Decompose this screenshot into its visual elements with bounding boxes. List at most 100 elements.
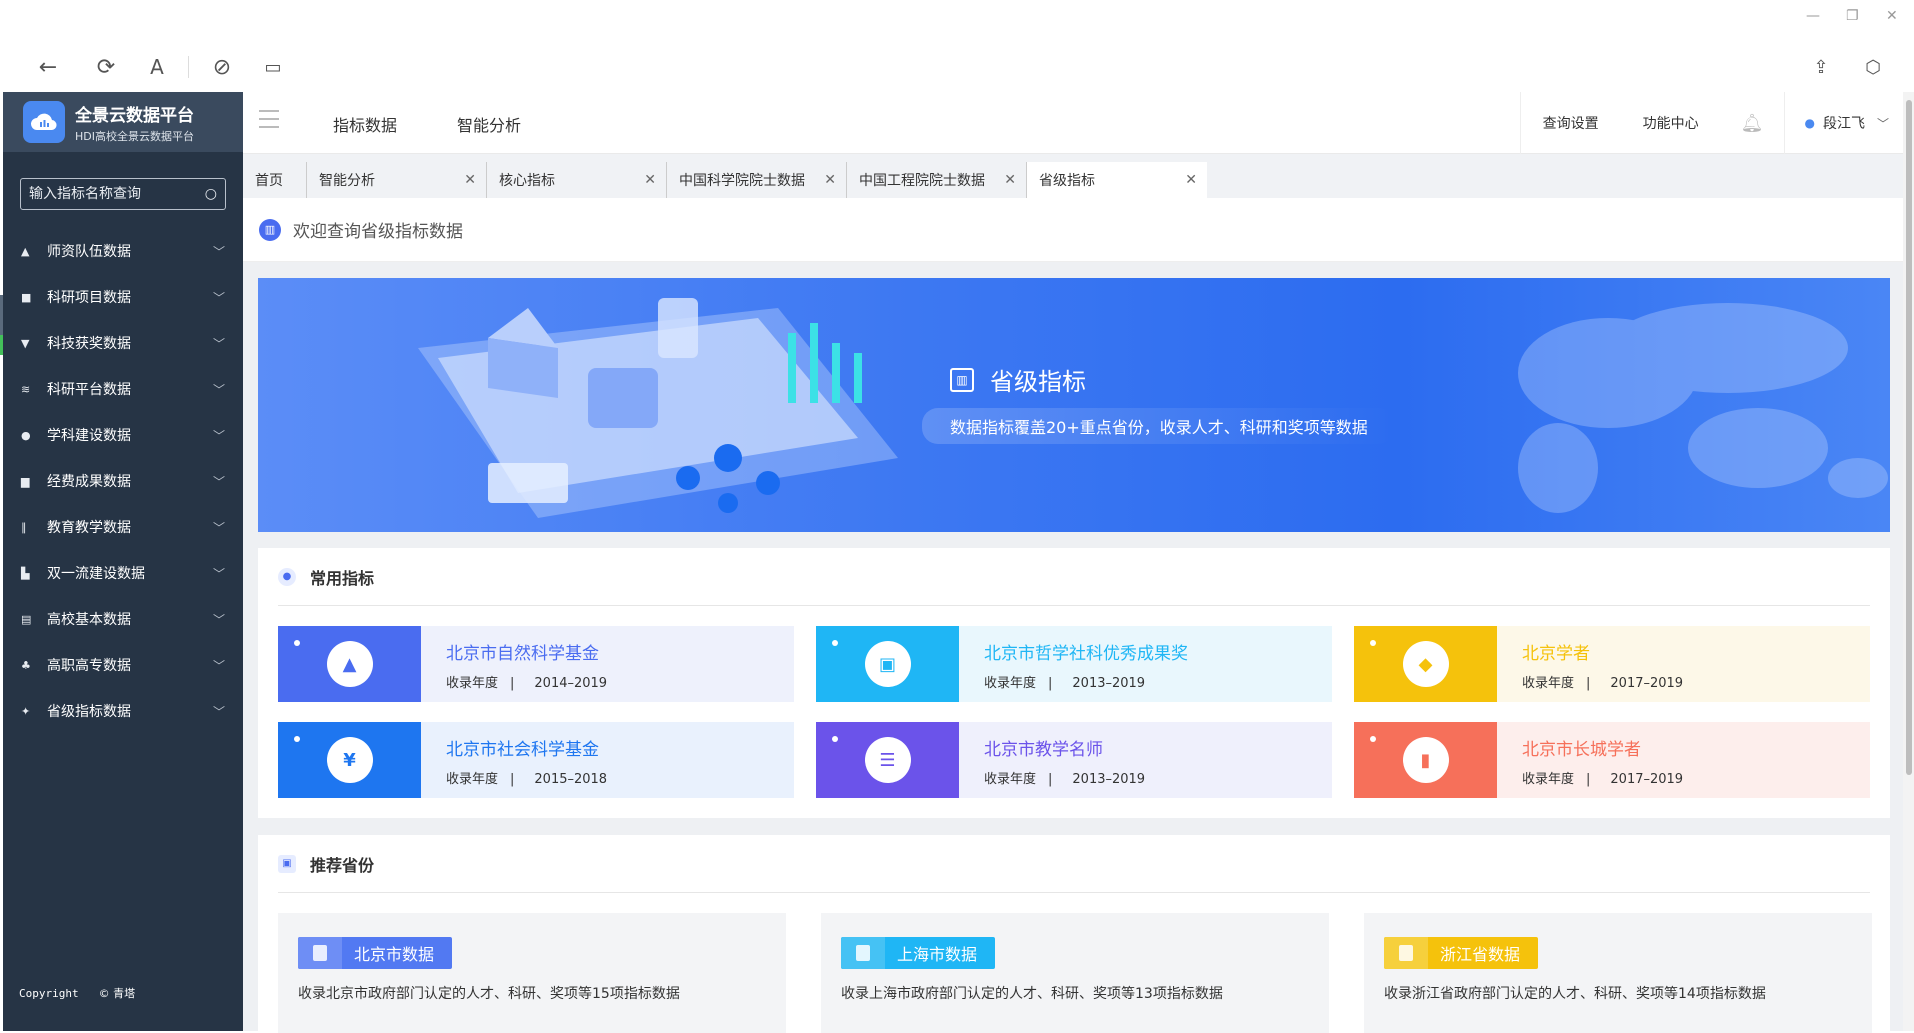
top-navbar: 指标数据 智能分析 查询设置 功能中心 🔔︎ ● 段江飞 ﹀ <box>243 92 1903 154</box>
chevron-down-icon: ﹀ <box>212 566 225 581</box>
indicator-title[interactable]: 北京市哲学社科优秀成果奖 <box>984 639 1332 664</box>
province-tag[interactable]: 北京市数据 <box>298 937 453 969</box>
province-card[interactable]: 上海市数据 收录上海市政府部门认定的人才、科研、奖项等13项指标数据 <box>821 913 1329 1033</box>
indicator-card[interactable]: ◆ 北京学者 收录年度 | 2017–2019 <box>1354 626 1870 702</box>
year-range: 2015–2018 <box>534 772 608 787</box>
back-icon[interactable]: ← <box>33 52 63 82</box>
query-settings-link[interactable]: 查询设置 <box>1521 113 1621 133</box>
scrollbar-thumb[interactable] <box>1906 100 1912 775</box>
extension-icon[interactable]: ⬡ <box>1858 52 1888 82</box>
minimize-icon[interactable]: — <box>1806 8 1820 24</box>
book-icon <box>841 937 885 969</box>
graduation-cap-icon: ▲ <box>21 244 30 258</box>
sidebar-item[interactable]: ■ 科研项目数据 ﹀ <box>3 274 243 320</box>
sidebar-item[interactable]: ∥ 教育教学数据 ﹀ <box>3 504 243 550</box>
nav-smart-analysis[interactable]: 智能分析 <box>457 112 521 136</box>
copyright-owner: © 青塔 <box>98 987 136 1000</box>
sidebar-item[interactable]: ▆ 经费成果数据 ﹀ <box>3 458 243 504</box>
tab[interactable]: 首页 <box>243 162 307 198</box>
sidebar-item[interactable]: ▙ 双一流建设数据 ﹀ <box>3 550 243 596</box>
link-icon[interactable]: ⊘ <box>207 52 237 82</box>
chevron-down-icon: ﹀ <box>212 474 225 489</box>
sidebar-item-label: 学科建设数据 <box>47 428 131 444</box>
search-icon[interactable]: ○ <box>205 186 217 202</box>
province-card[interactable]: 北京市数据 收录北京市政府部门认定的人才、科研、奖项等15项指标数据 <box>278 913 786 1033</box>
indicator-title[interactable]: 北京市自然科学基金 <box>446 639 794 664</box>
sidebar-item[interactable]: ▼ 科技获奖数据 ﹀ <box>3 320 243 366</box>
close-icon[interactable]: ✕ <box>464 172 476 188</box>
common-indicators-panel: ● 常用指标 ▲ 北京市自然科学基金 收录年度 | 2014–2019 ▣ 北京市哲… <box>258 548 1890 818</box>
close-window-icon[interactable]: ✕ <box>1886 8 1898 24</box>
year-range: 2013–2019 <box>1072 676 1146 691</box>
sidebar-item[interactable]: ✦ 省级指标数据 ﹀ <box>3 688 243 734</box>
indicator-meta: 收录年度 | 2014–2019 <box>446 676 608 691</box>
close-icon[interactable]: ✕ <box>824 172 836 188</box>
bell-icon[interactable]: 🔔︎ <box>1721 113 1784 134</box>
chevron-down-icon: ﹀ <box>1876 116 1889 131</box>
indicator-card[interactable]: ▲ 北京市自然科学基金 收录年度 | 2014–2019 <box>278 626 794 702</box>
cloud-logo-icon <box>23 101 65 143</box>
welcome-bar: ▥ 欢迎查询省级指标数据 <box>243 198 1903 262</box>
tab-label: 首页 <box>255 173 283 189</box>
location-icon: ● <box>21 428 31 442</box>
user-name: 段江飞 <box>1822 116 1865 132</box>
province-tag[interactable]: 浙江省数据 <box>1384 937 1539 969</box>
close-icon[interactable]: ✕ <box>1185 172 1197 188</box>
folder-icon: ■ <box>21 290 32 304</box>
year-label: 收录年度 <box>984 772 1037 787</box>
chart-badge-icon: ▥ <box>259 218 281 241</box>
sidebar-item[interactable]: ● 学科建设数据 ﹀ <box>3 412 243 458</box>
indicator-title[interactable]: 北京市社会科学基金 <box>446 735 794 760</box>
tab[interactable]: 智能分析 ✕ <box>307 162 487 198</box>
tab-label: 中国科学院院士数据 <box>679 173 805 189</box>
graduation-cap-icon: ◆ <box>1402 641 1449 687</box>
close-icon[interactable]: ✕ <box>644 172 656 188</box>
sidebar-item[interactable]: ▲ 师资队伍数据 ﹀ <box>3 228 243 274</box>
search-input[interactable] <box>29 186 205 202</box>
tab[interactable]: 省级指标 ✕ <box>1027 162 1207 198</box>
share-icon[interactable]: ⇪ <box>1806 52 1836 82</box>
indicator-search: ○ <box>20 178 226 210</box>
dot-icon <box>1370 640 1376 646</box>
tab[interactable]: 核心指标 ✕ <box>487 162 667 198</box>
restore-icon[interactable]: ❐ <box>1846 8 1859 24</box>
reader-icon[interactable]: ▭ <box>258 52 288 82</box>
menu-toggle-icon[interactable] <box>259 110 279 134</box>
chevron-down-icon: ﹀ <box>212 658 225 673</box>
sidebar-item-label: 科技获奖数据 <box>47 336 131 352</box>
sidebar: 全景云数据平台 HDI高校全景云数据平台 ○ ▲ 师资队伍数据 ﹀■ 科研项目数… <box>3 92 243 1031</box>
sidebar-item-label: 高校基本数据 <box>47 612 131 628</box>
reload-icon[interactable]: ⟳ <box>91 52 121 82</box>
indicator-card[interactable]: ▣ 北京市哲学社科优秀成果奖 收录年度 | 2013–2019 <box>816 626 1332 702</box>
sidebar-item[interactable]: ≋ 科研平台数据 ﹀ <box>3 366 243 412</box>
indicator-card[interactable]: ☰ 北京市教学名师 收录年度 | 2013–2019 <box>816 722 1332 798</box>
indicator-card[interactable]: ¥ 北京市社会科学基金 收录年度 | 2015–2018 <box>278 722 794 798</box>
indicator-title[interactable]: 北京市长城学者 <box>1522 735 1870 760</box>
close-icon[interactable]: ✕ <box>1004 172 1016 188</box>
indicator-title[interactable]: 北京学者 <box>1522 639 1870 664</box>
indicator-title[interactable]: 北京市教学名师 <box>984 735 1332 760</box>
brand[interactable]: 全景云数据平台 HDI高校全景云数据平台 <box>3 92 243 152</box>
province-card[interactable]: 浙江省数据 收录浙江省政府部门认定的人才、科研、奖项等14项指标数据 <box>1364 913 1872 1033</box>
font-icon[interactable]: A <box>142 52 172 82</box>
sidebar-item[interactable]: ▤ 高校基本数据 ﹀ <box>3 596 243 642</box>
copyright-label: Copyright <box>19 987 79 1000</box>
page-tabs: 首页 智能分析 ✕ 核心指标 ✕ 中国科学院院士数据 ✕ 中国工程院院士数据 ✕ 省级指标 ✕ <box>243 154 1903 198</box>
tab[interactable]: 中国科学院院士数据 ✕ <box>667 162 847 198</box>
year-range: 2013–2019 <box>1072 772 1146 787</box>
sidebar-item[interactable]: ♣ 高职高专数据 ﹀ <box>3 642 243 688</box>
province-name: 浙江省数据 <box>1440 945 1521 964</box>
province-tag[interactable]: 上海市数据 <box>841 937 996 969</box>
bar-chart-icon: ▮ <box>1402 737 1449 783</box>
year-label: 收录年度 <box>984 676 1037 691</box>
tab[interactable]: 中国工程院院士数据 ✕ <box>847 162 1027 198</box>
indicator-meta: 收录年度 | 2015–2018 <box>446 772 608 787</box>
dot-icon <box>832 640 838 646</box>
nav-indicator-data[interactable]: 指标数据 <box>333 112 397 136</box>
banner-illustration <box>418 298 1888 518</box>
user-menu[interactable]: ● 段江飞 ﹀ <box>1783 92 1904 154</box>
indicator-card[interactable]: ▮ 北京市长城学者 收录年度 | 2017–2019 <box>1354 722 1870 798</box>
function-center-link[interactable]: 功能中心 <box>1621 113 1721 133</box>
recommended-provinces-title: 推荐省份 <box>310 855 375 875</box>
tab-label: 省级指标 <box>1039 173 1095 189</box>
